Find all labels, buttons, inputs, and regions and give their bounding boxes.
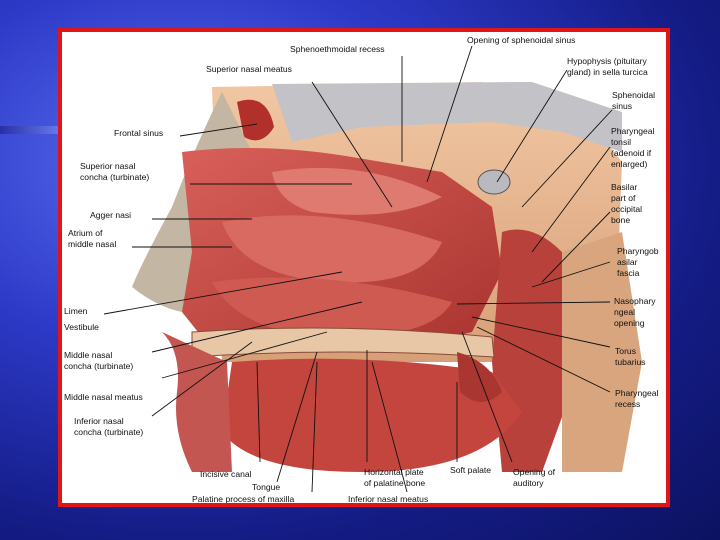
- label-incisive-canal: Incisive canal: [200, 469, 252, 479]
- label-vestibule: Vestibule: [64, 322, 99, 332]
- nasal-cavity-illustration: [103, 45, 642, 493]
- label-agger-nasi: Agger nasi: [90, 210, 132, 220]
- label-middle-nasal-meatus: Middle nasal meatus: [64, 392, 143, 402]
- label-horizontal-plate: Horizontal plate of palatine bone: [364, 467, 426, 488]
- label-nasopharyngeal-opening: Nasophary ngeal opening: [614, 296, 656, 328]
- decorative-bar: [0, 126, 62, 134]
- label-sphenoidal-sinus: Sphenoidal sinus: [612, 90, 656, 111]
- label-atrium-middle-nasal: Atrium of middle nasal: [68, 228, 117, 249]
- label-torus-tubarius: Torus tubarius: [615, 346, 646, 367]
- label-palatine-process: Palatine process of maxilla: [192, 494, 295, 504]
- label-superior-nasal-meatus: Superior nasal meatus: [206, 64, 292, 74]
- anatomy-figure: Sphenoethmoidal recess Opening of spheno…: [58, 28, 670, 507]
- label-tongue: Tongue: [252, 482, 281, 492]
- label-basilar-part: Basilar part of occipital bone: [611, 182, 643, 225]
- label-superior-nasal-concha: Superior nasal concha (turbinate): [80, 161, 150, 182]
- label-pharyngobasilar-fascia: Pharyngob asilar fascia: [617, 246, 659, 278]
- label-pharyngeal-tonsil: Pharyngeal tonsil (adenoid if enlarged): [611, 126, 655, 169]
- label-pharyngeal-recess: Pharyngeal recess: [615, 388, 659, 409]
- hypophysis-shape: [477, 169, 511, 195]
- label-soft-palate: Soft palate: [450, 465, 492, 475]
- label-inferior-nasal-concha: Inferior nasal concha (turbinate): [74, 416, 144, 437]
- label-opening-sphenoidal-sinus: Opening of sphenoidal sinus: [467, 35, 576, 45]
- label-frontal-sinus: Frontal sinus: [114, 128, 164, 138]
- label-opening-auditory: Opening of auditory: [513, 467, 556, 488]
- label-limen: Limen: [64, 306, 88, 316]
- label-middle-nasal-concha: Middle nasal concha (turbinate): [64, 350, 134, 371]
- label-sphenoethmoidal-recess: Sphenoethmoidal recess: [290, 44, 385, 54]
- label-inferior-nasal-meatus: Inferior nasal meatus: [348, 494, 429, 504]
- label-hypophysis: Hypophysis (pituitary gland) in sella tu…: [567, 56, 648, 77]
